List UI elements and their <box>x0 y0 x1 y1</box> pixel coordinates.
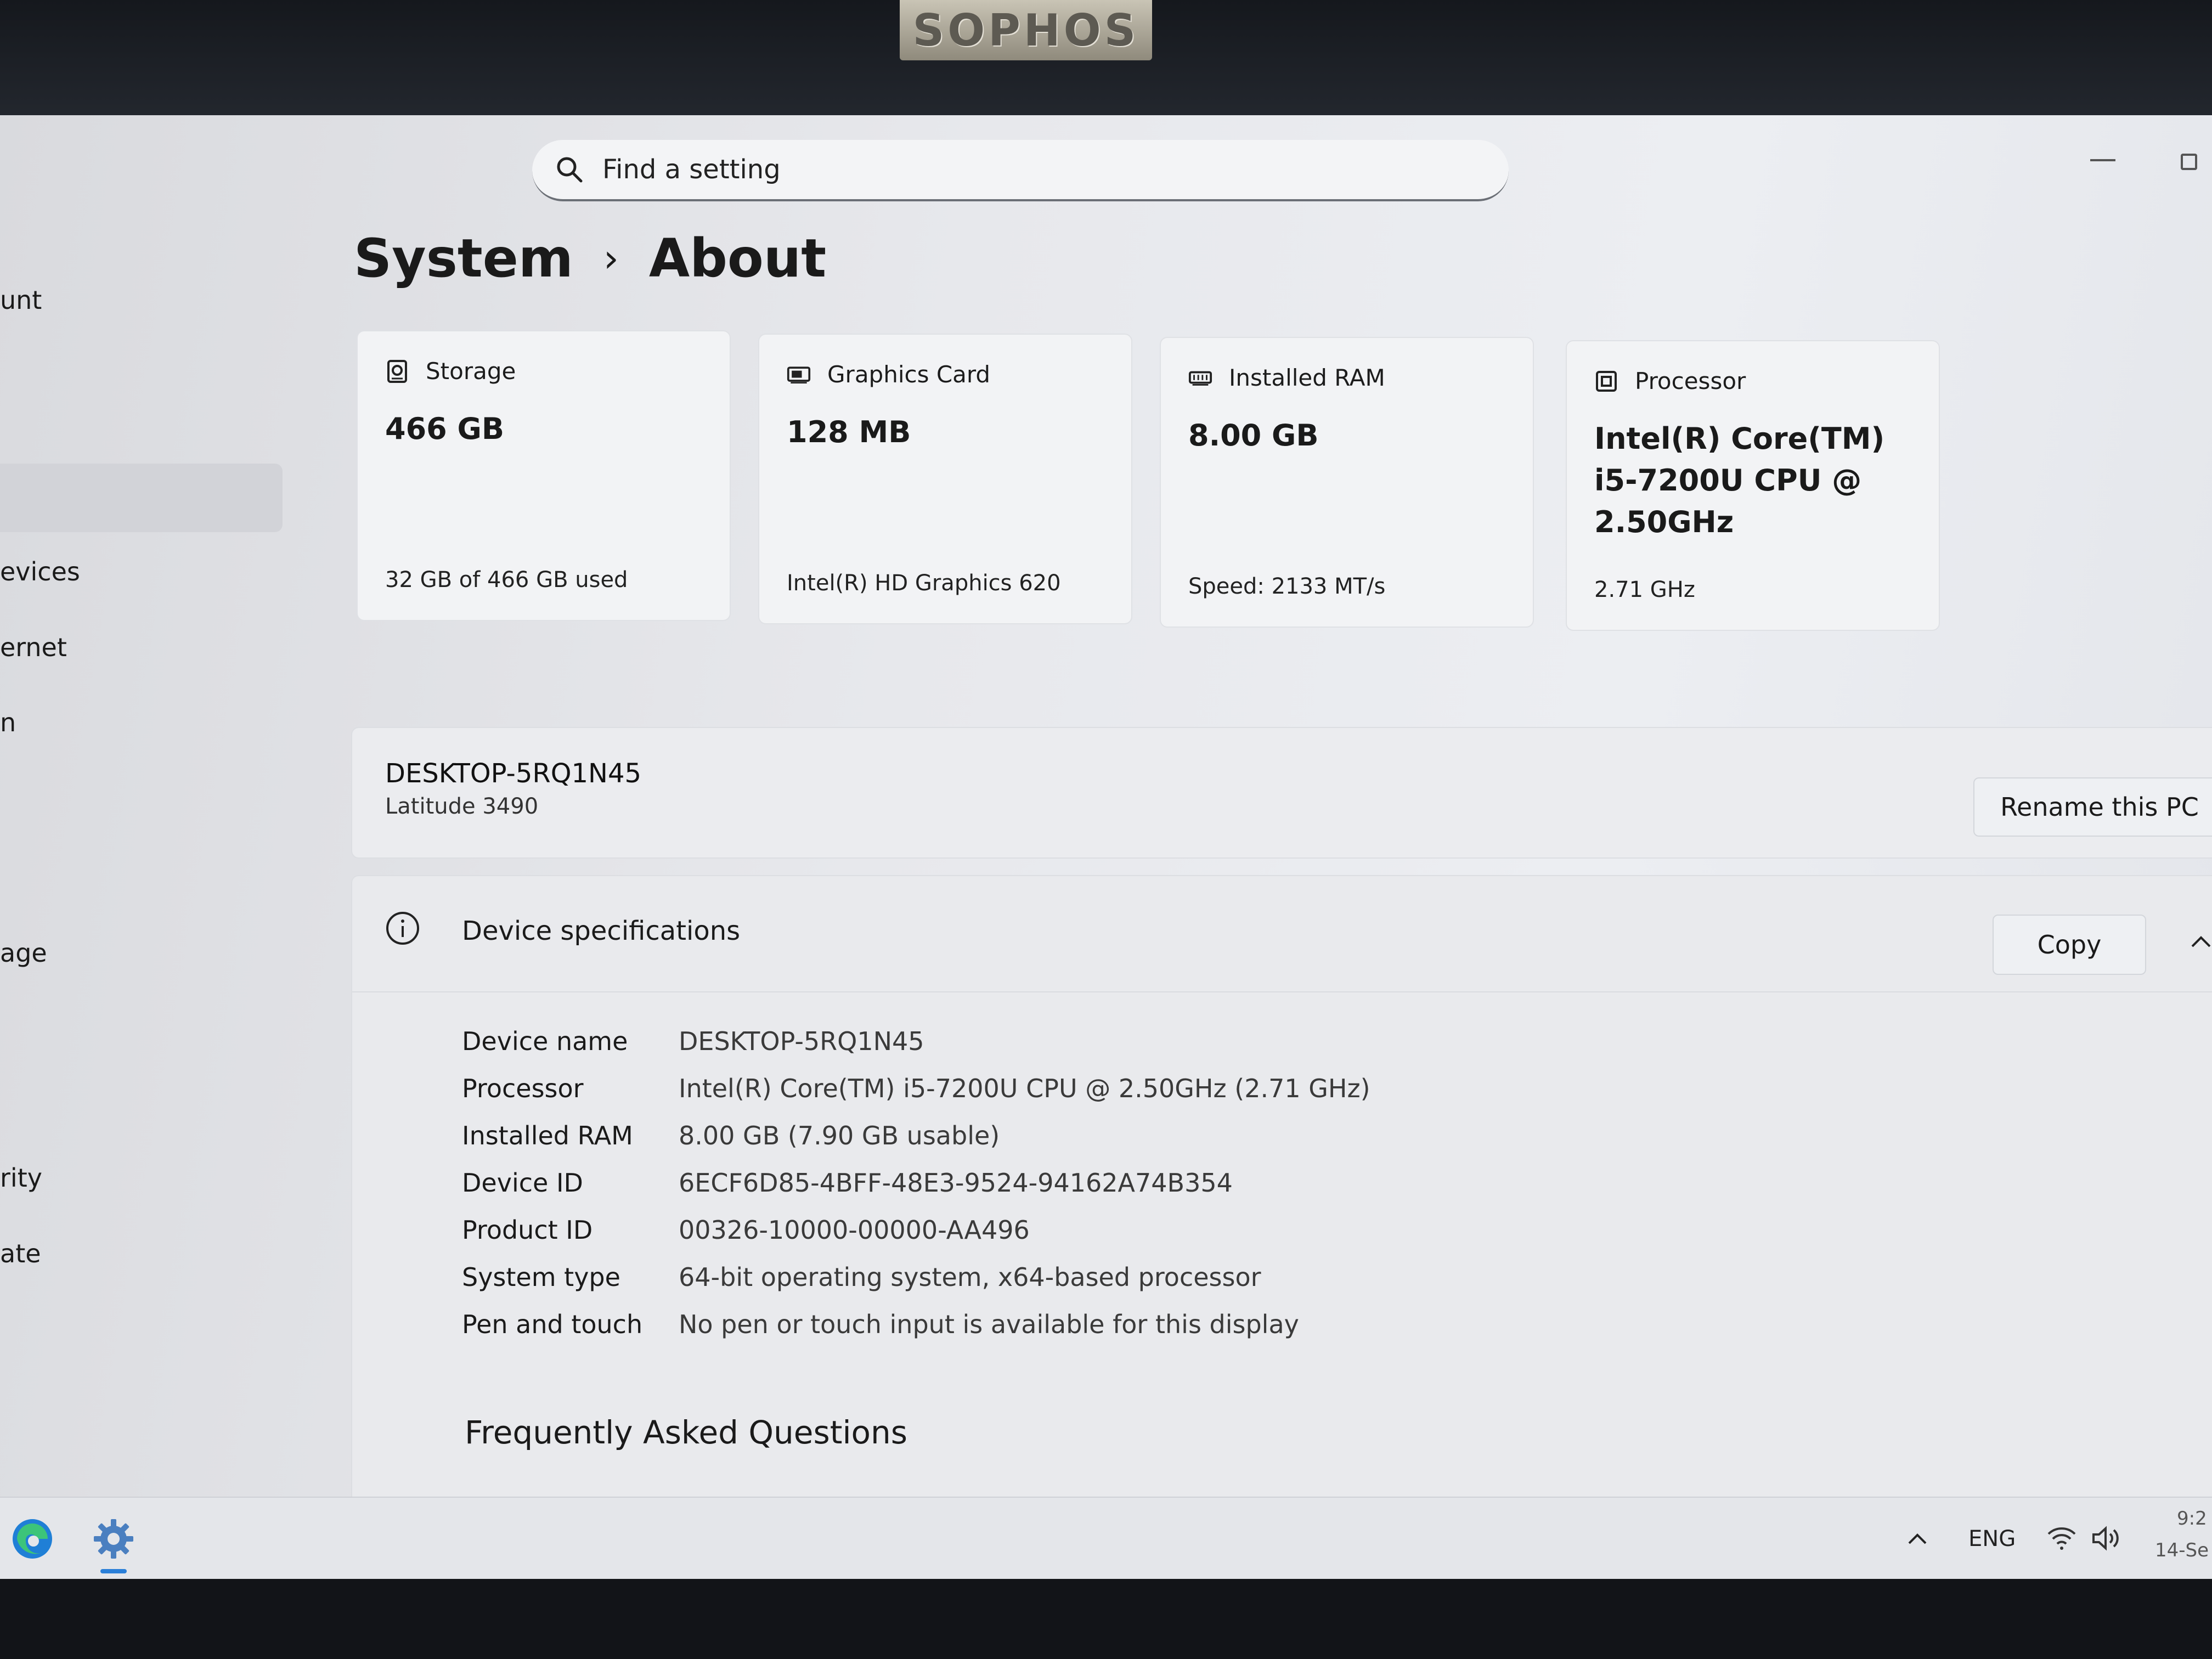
spec-label: Processor <box>462 1074 584 1103</box>
spec-label: Device name <box>462 1026 628 1056</box>
chevron-up-icon[interactable] <box>1904 1528 1931 1550</box>
spec-value: DESKTOP-5RQ1N45 <box>679 1026 924 1056</box>
pc-name: DESKTOP-5RQ1N45 <box>385 758 642 789</box>
spec-label: Product ID <box>462 1215 593 1245</box>
card-subtext: 2.71 GHz <box>1594 577 1695 602</box>
card-subtext: 32 GB of 466 GB used <box>385 567 628 592</box>
spec-row-pen-and-touch: Pen and touch No pen or touch input is a… <box>462 1301 1370 1348</box>
device-specifications-panel: Device specifications Copy Device name D… <box>351 875 2212 1511</box>
spec-row-system-type: System type 64-bit operating system, x64… <box>462 1254 1370 1301</box>
spec-list: Device name DESKTOP-5RQ1N45 Processor In… <box>462 1018 1370 1348</box>
card-title: Storage <box>426 358 516 385</box>
card-subtext: Intel(R) HD Graphics 620 <box>787 571 1061 596</box>
storage-icon <box>385 359 409 383</box>
minimize-button[interactable] <box>2090 159 2115 161</box>
graphics-card-card[interactable]: Graphics Card 128 MB Intel(R) HD Graphic… <box>758 334 1132 624</box>
sidebar-item-security[interactable]: rity <box>0 1163 42 1193</box>
sidebar-item-internet[interactable]: ernet <box>0 633 67 662</box>
card-header: Processor <box>1594 368 1746 394</box>
settings-gear-icon[interactable] <box>89 1514 138 1564</box>
card-value: 128 MB <box>787 415 911 449</box>
card-value: 8.00 GB <box>1188 418 1319 453</box>
pc-name-panel: DESKTOP-5RQ1N45 Latitude 3490 Rename thi… <box>351 727 2212 859</box>
sophos-sticker: SOPHOS <box>900 0 1152 60</box>
taskbar: ENG 9:2 14-Se <box>0 1497 2212 1579</box>
spec-label: Installed RAM <box>462 1121 633 1150</box>
search-box[interactable] <box>532 140 1509 201</box>
ram-icon <box>1188 366 1212 390</box>
card-title: Installed RAM <box>1229 364 1385 391</box>
search-icon <box>553 153 586 186</box>
spec-label: Device ID <box>462 1168 583 1198</box>
spec-value: No pen or touch input is available for t… <box>679 1310 1299 1339</box>
spec-value: 8.00 GB (7.90 GB usable) <box>679 1121 1000 1150</box>
sidebar-item-accounts[interactable]: unt <box>0 285 42 315</box>
spec-row-device-id: Device ID 6ECF6D85-4BFF-48E3-9524-94162A… <box>462 1159 1370 1206</box>
volume-icon[interactable] <box>2090 1525 2123 1551</box>
spec-value: 6ECF6D85-4BFF-48E3-9524-94162A74B354 <box>679 1168 1233 1198</box>
chevron-right-icon: › <box>603 236 619 281</box>
rename-pc-button[interactable]: Rename this PC <box>1973 777 2212 837</box>
info-icon <box>386 912 419 945</box>
active-app-indicator <box>100 1569 127 1573</box>
spec-row-installed-ram: Installed RAM 8.00 GB (7.90 GB usable) <box>462 1112 1370 1159</box>
wifi-icon[interactable] <box>2045 1524 2078 1551</box>
settings-window: unt evices ernet n age rity ate System ›… <box>0 115 2212 1579</box>
spec-label: Pen and touch <box>462 1310 643 1339</box>
storage-card[interactable]: Storage 466 GB 32 GB of 466 GB used <box>357 330 731 621</box>
sidebar-item-personalization[interactable]: n <box>0 708 16 737</box>
spec-row-device-name: Device name DESKTOP-5RQ1N45 <box>462 1018 1370 1065</box>
sidebar-item-language[interactable]: age <box>0 938 47 968</box>
processor-card[interactable]: Processor Intel(R) Core(TM) i5-7200U CPU… <box>1566 340 1940 631</box>
chevron-up-icon[interactable] <box>2185 926 2212 958</box>
card-subtext: Speed: 2133 MT/s <box>1188 574 1386 599</box>
device-specifications-header[interactable]: Device specifications Copy <box>352 876 2212 992</box>
maximize-button[interactable] <box>2181 154 2197 170</box>
card-value: Intel(R) Core(TM) i5-7200U CPU @ 2.50GHz <box>1594 421 1885 539</box>
card-title: Graphics Card <box>827 361 991 388</box>
search-input[interactable] <box>601 154 1426 185</box>
monitor-bezel-bottom <box>0 1579 2212 1659</box>
card-title: Processor <box>1635 368 1746 394</box>
spec-value: 64-bit operating system, x64-based proce… <box>679 1262 1261 1292</box>
pc-model: Latitude 3490 <box>385 794 539 819</box>
processor-icon <box>1594 369 1618 393</box>
card-header: Installed RAM <box>1188 364 1385 391</box>
card-header: Graphics Card <box>787 361 990 388</box>
spec-label: System type <box>462 1262 620 1292</box>
card-value: 466 GB <box>385 411 505 446</box>
clock-date[interactable]: 14-Se <box>2155 1539 2209 1561</box>
sidebar-item-devices[interactable]: evices <box>0 557 80 586</box>
copy-button[interactable]: Copy <box>1993 915 2146 975</box>
spec-value: 00326-10000-00000-AA496 <box>679 1215 1030 1245</box>
section-title: Device specifications <box>462 916 741 946</box>
faq-title[interactable]: Frequently Asked Questions <box>465 1414 907 1451</box>
sidebar-nav: unt evices ernet n age rity ate <box>0 115 307 1498</box>
breadcrumb-system[interactable]: System <box>354 228 573 289</box>
edge-icon[interactable] <box>8 1514 57 1564</box>
spec-value: Intel(R) Core(TM) i5-7200U CPU @ 2.50GHz… <box>679 1074 1370 1103</box>
sidebar-item-update[interactable]: ate <box>0 1239 41 1268</box>
sidebar-selected-highlight <box>0 464 283 532</box>
breadcrumb: System › About <box>354 228 826 289</box>
clock-time[interactable]: 9:2 <box>2177 1508 2207 1530</box>
graphics-card-icon <box>787 363 811 387</box>
installed-ram-card[interactable]: Installed RAM 8.00 GB Speed: 2133 MT/s <box>1160 337 1534 628</box>
spec-row-processor: Processor Intel(R) Core(TM) i5-7200U CPU… <box>462 1065 1370 1112</box>
spec-row-product-id: Product ID 00326-10000-00000-AA496 <box>462 1206 1370 1254</box>
language-indicator[interactable]: ENG <box>1968 1526 2016 1551</box>
page-title: About <box>648 228 827 289</box>
card-header: Storage <box>385 358 516 385</box>
